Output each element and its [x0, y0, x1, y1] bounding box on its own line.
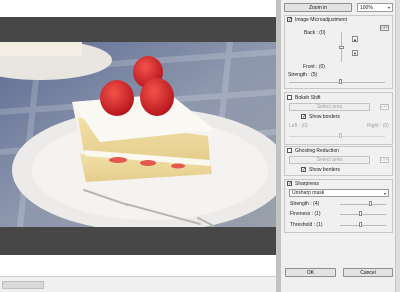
strength-label: Strength : (5)	[288, 72, 318, 78]
ghosting-show-borders-checkbox[interactable]: ✓	[301, 167, 306, 173]
chevron-down-icon: ▾	[383, 191, 386, 196]
front-label: Front : (0)	[303, 64, 325, 70]
sharpness-title: Sharpness	[295, 181, 319, 187]
cake-photo	[0, 42, 276, 227]
down-arrow-button[interactable]: ▼	[352, 50, 358, 56]
image-microadjustment-title: Image Microadjustment	[295, 17, 347, 23]
sharpness-checkbox[interactable]: ✓	[287, 181, 292, 187]
bokeh-show-borders-label: Show borders	[309, 114, 340, 120]
bokeh-left-label: Left : (0)	[289, 123, 308, 129]
bokeh-shift-title: Bokeh Shift	[295, 95, 321, 101]
ghosting-area-icon[interactable]: OFF	[380, 157, 389, 163]
sharpness-strength-track[interactable]	[340, 204, 386, 205]
ghosting-reduction-title: Ghosting Reduction	[295, 148, 339, 154]
bokeh-slider-knob[interactable]	[339, 133, 342, 138]
bokeh-area-icon[interactable]: OFF	[380, 104, 389, 110]
depth-slider-knob[interactable]	[339, 46, 344, 49]
sharpness-mode-value: Unsharp mask	[292, 190, 325, 196]
zoom-value: 100%	[360, 4, 373, 11]
ok-button[interactable]: OK	[285, 268, 336, 277]
bokeh-slider-track[interactable]	[289, 136, 385, 137]
bokeh-shift-checkbox[interactable]: ✓	[287, 95, 292, 100]
ghosting-show-borders-label: Show borders	[309, 167, 340, 173]
bokeh-select-area-button[interactable]: Select area	[289, 103, 370, 111]
ghosting-select-area-button[interactable]: Select area	[289, 156, 370, 164]
bokeh-show-borders-checkbox[interactable]: ✓	[301, 114, 306, 120]
sharpness-strength-knob[interactable]	[369, 201, 372, 206]
ghosting-reduction-checkbox[interactable]: ✓	[287, 148, 292, 153]
strength-slider-track[interactable]	[289, 82, 385, 83]
fineness-label: Fineness : (1)	[290, 211, 321, 217]
back-label: Back : (0)	[304, 30, 326, 36]
threshold-label: Threshold : (1)	[290, 222, 323, 228]
fineness-knob[interactable]	[359, 211, 362, 216]
image-microadjustment-checkbox[interactable]: ✓	[287, 17, 292, 23]
bokeh-right-label: Right : (0)	[367, 123, 389, 129]
zoom-select[interactable]: 100% ▾	[357, 3, 393, 12]
fineness-track[interactable]	[340, 214, 386, 215]
cancel-button[interactable]: Cancel	[343, 268, 393, 277]
strength-slider-knob[interactable]	[339, 79, 342, 84]
zoom-in-button[interactable]: Zoom in	[284, 3, 352, 12]
viewer-horizontal-scrollbar[interactable]	[0, 276, 276, 292]
up-arrow-button[interactable]: ▲	[352, 36, 358, 42]
panel-scrollbar[interactable]	[395, 0, 400, 292]
threshold-knob[interactable]	[359, 222, 362, 227]
scrollbar-thumb[interactable]	[2, 281, 44, 289]
sharpness-strength-label: Strength : (4)	[290, 201, 320, 207]
area-display-icon[interactable]: OFF	[380, 25, 389, 31]
threshold-track[interactable]	[340, 225, 386, 226]
chevron-down-icon: ▾	[387, 5, 390, 10]
sharpness-mode-select[interactable]: Unsharp mask ▾	[289, 189, 389, 197]
